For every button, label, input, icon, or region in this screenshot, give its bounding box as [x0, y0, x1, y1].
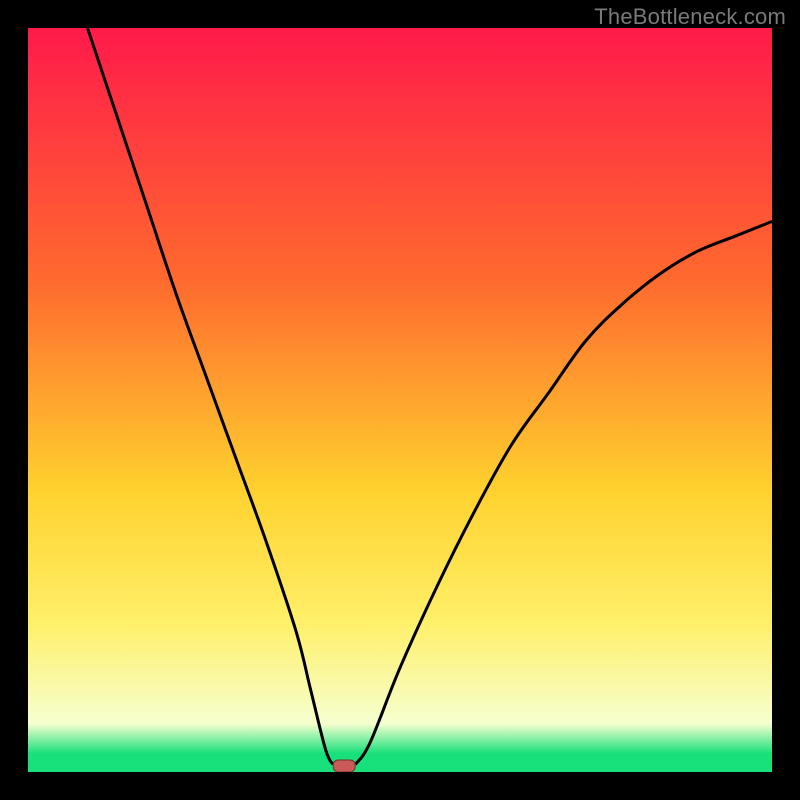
- watermark-text: TheBottleneck.com: [594, 4, 786, 30]
- gradient-background: [28, 28, 772, 772]
- bottleneck-chart: [28, 28, 772, 772]
- chart-container: TheBottleneck.com: [0, 0, 800, 800]
- optimal-marker: [333, 760, 355, 772]
- plot-area: [28, 28, 772, 772]
